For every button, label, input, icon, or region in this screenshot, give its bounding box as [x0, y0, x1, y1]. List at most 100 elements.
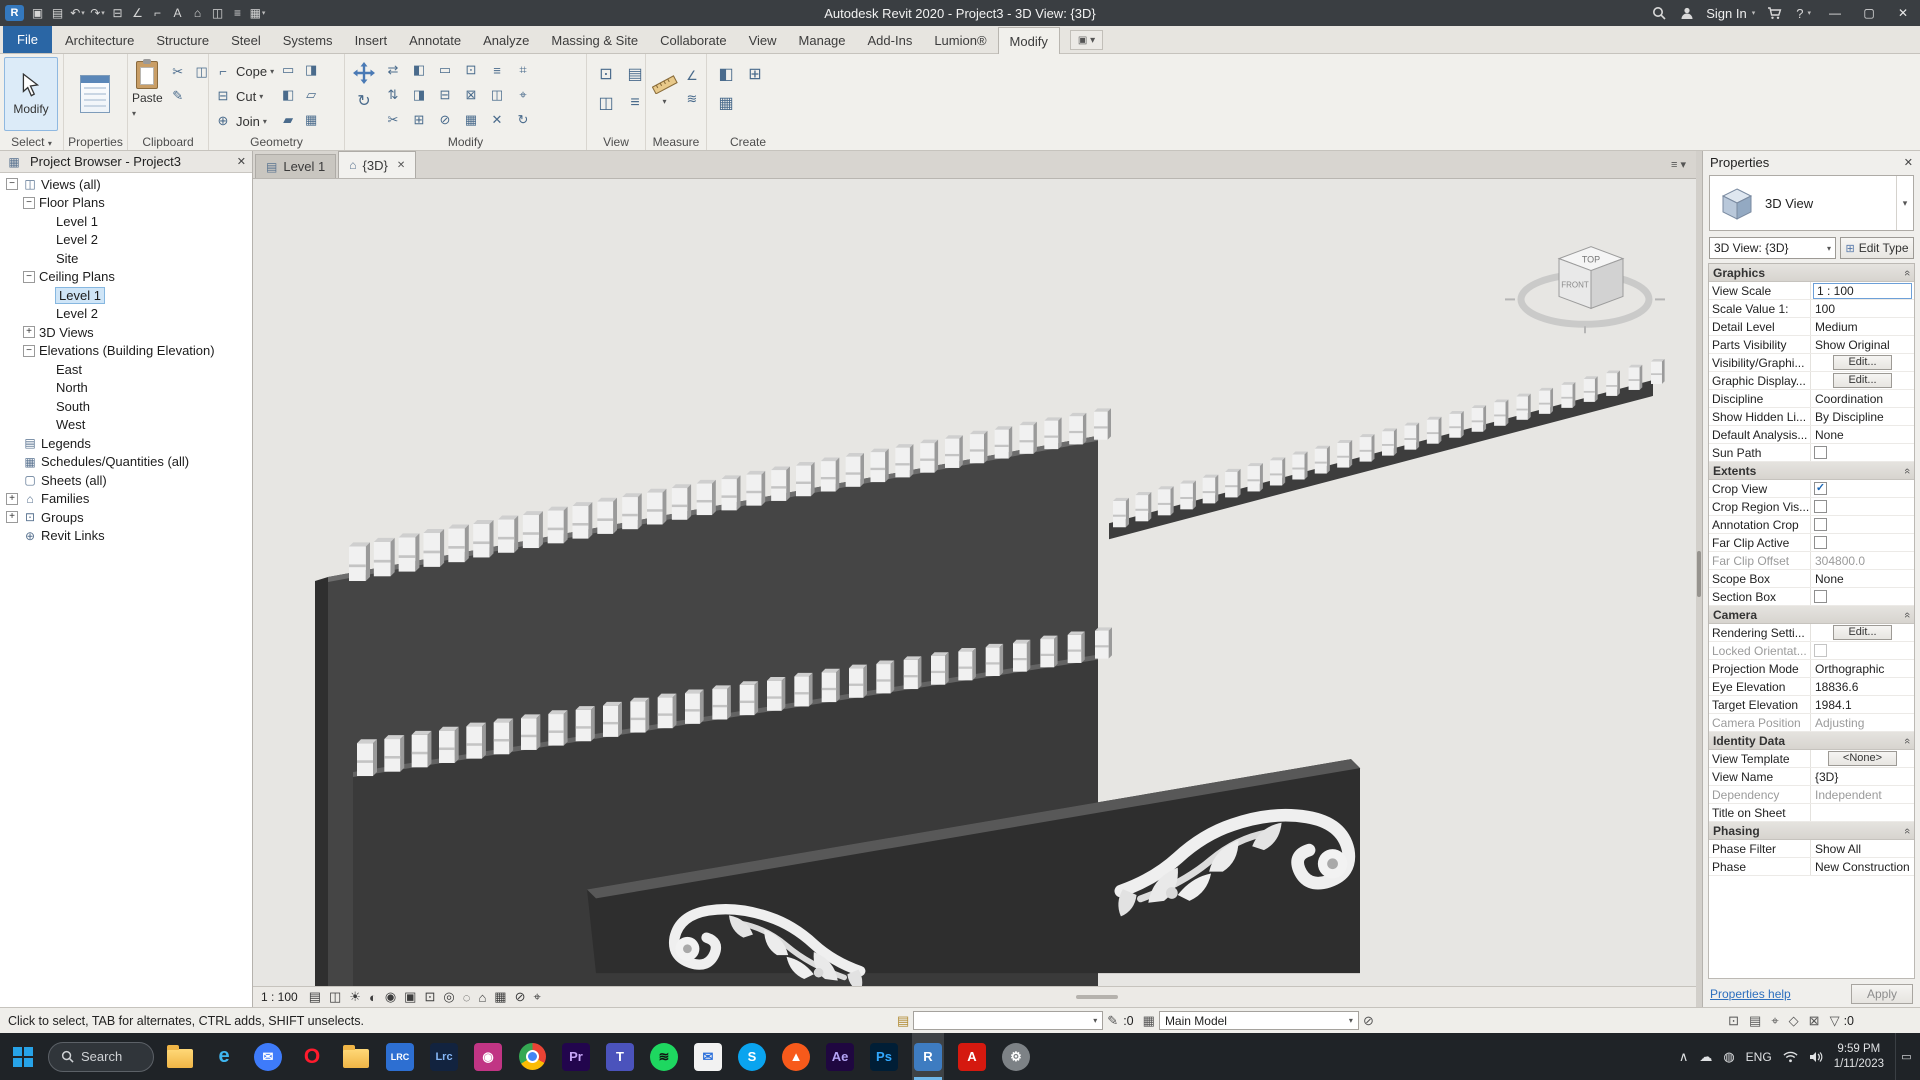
property-value[interactable]: [1811, 498, 1914, 515]
property-value[interactable]: Independent: [1811, 786, 1914, 803]
property-value[interactable]: Medium: [1811, 318, 1914, 335]
viewcube-top-label[interactable]: TOP: [1582, 255, 1600, 265]
maximize-button[interactable]: ▢: [1852, 0, 1886, 26]
ribbon-tab-manage[interactable]: Manage: [788, 27, 857, 53]
tree-item-groups[interactable]: + ⊡ Groups: [0, 508, 252, 527]
offset-icon[interactable]: ◧: [409, 61, 429, 79]
section-header-phasing[interactable]: Phasing «: [1709, 822, 1914, 840]
checkbox-icon[interactable]: [1814, 518, 1827, 531]
property-value[interactable]: 18836.6: [1811, 678, 1914, 695]
create-assembly-icon[interactable]: ⊞: [743, 63, 767, 85]
collapse-icon[interactable]: «: [1901, 467, 1913, 473]
show-hidden-lines-icon[interactable]: ◫: [594, 92, 618, 114]
property-value[interactable]: [1811, 804, 1914, 821]
expander-icon[interactable]: +: [6, 511, 18, 524]
worksharing-display-icon[interactable]: ⌂: [478, 990, 486, 1005]
property-value[interactable]: Edit...: [1811, 372, 1914, 389]
remove-coping-icon[interactable]: ◨: [301, 61, 321, 79]
paste-button[interactable]: Paste ▾: [132, 59, 163, 119]
tree-item-level-2[interactable]: Level 2: [0, 231, 252, 250]
edit-button[interactable]: Edit...: [1833, 373, 1892, 388]
property-value[interactable]: None: [1811, 570, 1914, 587]
taskbar-app-brave[interactable]: ▲: [780, 1033, 812, 1080]
property-value[interactable]: {3D}: [1811, 768, 1914, 785]
taskbar-app-photoshop[interactable]: Ps: [868, 1033, 900, 1080]
ribbon-tab-structure[interactable]: Structure: [145, 27, 220, 53]
show-constraints-icon[interactable]: ⌖: [534, 989, 541, 1005]
ribbon-tab-add-ins[interactable]: Add-Ins: [857, 27, 924, 53]
ribbon-tab-file[interactable]: File: [3, 26, 52, 53]
ribbon-tab-view[interactable]: View: [738, 27, 788, 53]
taskbar-app-folder-2[interactable]: [340, 1033, 372, 1080]
crop-view-icon[interactable]: ▣: [404, 989, 416, 1005]
align-vertical-icon[interactable]: ⇅: [383, 86, 403, 104]
properties-close-icon[interactable]: ✕: [1904, 156, 1913, 169]
section-header-extents[interactable]: Extents «: [1709, 462, 1914, 480]
ribbon-tab-annotate[interactable]: Annotate: [398, 27, 472, 53]
text-icon[interactable]: A: [168, 3, 187, 23]
property-value[interactable]: [1811, 534, 1914, 551]
property-value[interactable]: 1 : 100: [1811, 282, 1914, 299]
cope-button[interactable]: ⌐ Cope ▾: [213, 59, 274, 83]
property-value[interactable]: Show All: [1811, 840, 1914, 857]
copy-icon[interactable]: ◫: [487, 86, 507, 104]
demolish-icon[interactable]: ⊘: [435, 111, 455, 129]
create-group-icon[interactable]: ◧: [714, 63, 738, 85]
property-value[interactable]: [1811, 444, 1914, 461]
undo-icon[interactable]: ↶ ▾: [68, 3, 87, 23]
unjoin-icon[interactable]: ▦: [301, 111, 321, 129]
tree-item-site[interactable]: Site: [0, 249, 252, 268]
taskbar-app-settings[interactable]: ⚙: [1000, 1033, 1032, 1080]
revit-app-icon[interactable]: R: [5, 5, 24, 21]
tree-item-east[interactable]: East: [0, 360, 252, 379]
checkbox-icon[interactable]: ✓: [1814, 482, 1827, 495]
property-value[interactable]: 1984.1: [1811, 696, 1914, 713]
property-value[interactable]: Edit...: [1811, 354, 1914, 371]
design-options-dropdown[interactable]: Main Model ▾: [1158, 1011, 1359, 1030]
select-link-icon[interactable]: ⊡: [1728, 1013, 1739, 1029]
select-by-face-icon[interactable]: ◇: [1789, 1013, 1799, 1029]
collapse-icon[interactable]: «: [1901, 269, 1913, 275]
open-icon[interactable]: ▤: [48, 3, 67, 23]
taskbar-app-media-app[interactable]: LRC: [384, 1033, 416, 1080]
checkbox-icon[interactable]: [1814, 500, 1827, 513]
show-analytical-icon[interactable]: ⊘: [515, 989, 526, 1005]
cut-button[interactable]: ⊟ Cut ▾: [213, 84, 274, 108]
worksets-icon[interactable]: ▤: [897, 1013, 909, 1029]
detail-level-icon[interactable]: ▤: [309, 989, 321, 1005]
extend-icon[interactable]: ⊡: [461, 61, 481, 79]
delete-icon[interactable]: ⊠: [461, 86, 481, 104]
mirror-axis-icon[interactable]: ◨: [409, 86, 429, 104]
taskbar-app-mail-app[interactable]: ✉: [692, 1033, 724, 1080]
taskbar-app-opera[interactable]: O: [296, 1033, 328, 1080]
section-header-camera[interactable]: Camera «: [1709, 606, 1914, 624]
move-icon[interactable]: [352, 61, 376, 85]
tree-item-level-1[interactable]: Level 1: [0, 286, 252, 305]
sun-path-icon[interactable]: ☀: [349, 989, 361, 1005]
antivirus-icon[interactable]: ◍: [1723, 1049, 1734, 1065]
mirror-icon[interactable]: ▭: [435, 61, 455, 79]
join-button[interactable]: ⊕ Join ▾: [213, 109, 274, 133]
language-indicator[interactable]: ENG: [1746, 1050, 1772, 1064]
tree-item-families[interactable]: + ⌂ Families: [0, 490, 252, 509]
close-inactive-icon[interactable]: ≡: [623, 92, 647, 114]
rotate-icon[interactable]: ↻: [352, 90, 376, 112]
taskbar-search[interactable]: Search: [48, 1041, 154, 1072]
design-options-icon[interactable]: ▦: [1143, 1013, 1155, 1029]
modify-button[interactable]: Modify: [4, 57, 58, 131]
edit-button[interactable]: Edit...: [1833, 355, 1892, 370]
tree-item-revit-links[interactable]: ⊕ Revit Links: [0, 527, 252, 546]
save-icon[interactable]: ▣: [28, 3, 47, 23]
tree-item-3d-views[interactable]: +3D Views: [0, 323, 252, 342]
taskbar-app-instagram[interactable]: ◉: [472, 1033, 504, 1080]
split-icon[interactable]: ≡: [487, 61, 507, 79]
tree-item-legends[interactable]: ▤ Legends: [0, 434, 252, 453]
create-similar-icon[interactable]: ▦: [714, 92, 738, 114]
tree-item-south[interactable]: South: [0, 397, 252, 416]
taskbar-app-chat-app[interactable]: ✉: [252, 1033, 284, 1080]
expander-icon[interactable]: +: [23, 326, 35, 339]
collapse-icon[interactable]: «: [1901, 827, 1913, 833]
hidden-icons-chevron[interactable]: ∧: [1679, 1049, 1689, 1065]
reveal-hidden-icon[interactable]: ◌: [463, 990, 471, 1005]
taskbar-app-skype[interactable]: S: [736, 1033, 768, 1080]
